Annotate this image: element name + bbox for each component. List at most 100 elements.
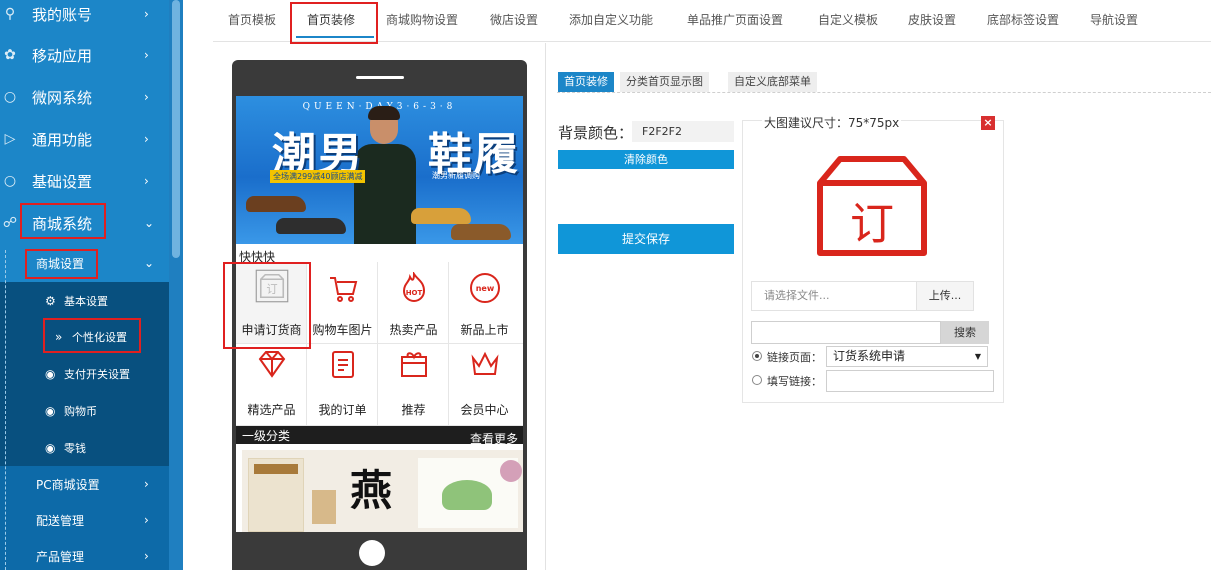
bg-color-value[interactable]: F2F2F2 [632,121,734,142]
nav-leaf-basic[interactable]: ⚙ 基本设置 [0,282,169,319]
grid-item-member-center[interactable]: 会员中心 [449,344,523,426]
grid-item-my-orders[interactable]: 我的订单 [307,344,378,426]
nav-mobile-apps[interactable]: ✿ 移动应用 › [0,34,169,76]
bg-color-label: 背景颜色： [558,124,634,142]
nav-label: 移动应用 [32,46,93,65]
sidebar-scrollbar[interactable] [169,0,183,570]
tab-mall-shopping[interactable]: 商城购物设置 [386,11,458,28]
scrollbar-thumb[interactable] [172,0,180,258]
new-icon: new [470,273,500,303]
promo-banner[interactable]: QUEEN·DAY3·6-3·8 潮男 鞋履 全场满299减40顾店满减 潮男新… [236,96,523,244]
grid-item-new-arrivals[interactable]: new 新品上市 [449,262,523,344]
home-button[interactable] [359,540,385,566]
cart-icon: ☍ [2,215,18,231]
grid-item-recommend[interactable]: 推荐 [378,344,449,426]
nav-mall-settings[interactable]: 商城设置 ⌄ [0,245,169,281]
close-icon[interactable]: × [981,116,995,130]
link-page-select[interactable]: 订货系统申请 ▼ [826,346,988,367]
nav-products[interactable]: 产品管理 › [0,538,169,570]
tab-panel-category-images[interactable]: 分类首页显示图 [620,72,709,92]
nav-pc-mall[interactable]: PC商城设置 › [0,466,169,502]
grid-item-apply-distributor[interactable]: 订 申请订货商 [236,262,307,344]
nav-label: PC商城设置 [36,477,100,492]
phone-preview: QUEEN·DAY3·6-3·8 潮男 鞋履 全场满299减40顾店满减 潮男新… [232,60,527,570]
chevron-right-icon: › [144,132,149,146]
nav-leaf-payment[interactable]: ◉ 支付开关设置 [0,355,169,392]
grid-item-label: 新品上市 [460,323,509,337]
tab-panel-bottom-menu[interactable]: 自定义底部菜单 [728,72,817,92]
category-image[interactable]: 燕 [242,450,523,532]
tab-skin[interactable]: 皮肤设置 [908,11,956,28]
order-box-icon: 订 [817,156,927,256]
circle-icon: ◉ [45,366,56,381]
chevron-down-icon: ⌄ [144,256,155,270]
chevron-right-icon: › [144,174,149,188]
panel-divider [545,43,546,570]
icon-grid: 订 申请订货商 购物车图片 HOT 热卖产品 new 新品上市 精选产品 我的订… [236,262,523,426]
panel-tabs: 首页装修 分类首页显示图 自定义底部菜单 [557,72,1211,93]
chevron-right-icon: › [144,513,149,527]
tab-home-template[interactable]: 首页模板 [228,11,276,28]
tab-bottom-tabs[interactable]: 底部标签设置 [987,11,1059,28]
nav-label: 基础设置 [32,172,93,191]
tab-single-promo[interactable]: 单品推广页面设置 [687,11,783,28]
grid-item-label: 申请订货商 [241,323,302,337]
custom-link-input[interactable] [826,370,994,392]
chevron-right-icon: › [144,477,149,491]
category-more-link[interactable]: 查看更多 [470,430,518,447]
tab-custom-function[interactable]: 添加自定义功能 [569,11,653,28]
svg-text:HOT: HOT [406,289,423,297]
nav-label: 购物币 [64,404,97,418]
tab-custom-template[interactable]: 自定义模板 [818,11,878,28]
nav-label: 商城系统 [32,214,93,233]
clipboard-icon [332,351,354,378]
chevron-down-icon: ⌄ [144,216,155,230]
nav-micro-site[interactable]: ○ 微网系统 › [0,76,169,118]
circle-icon: ◉ [45,440,56,455]
tab-panel-home-decoration[interactable]: 首页装修 [558,72,614,92]
double-chevron-icon: » [55,329,63,344]
nav-label: 通用功能 [32,130,93,149]
tab-home-decoration[interactable]: 首页装修 [307,11,355,28]
nav-delivery[interactable]: 配送管理 › [0,502,169,538]
tab-micro-store[interactable]: 微店设置 [490,11,538,28]
upload-button[interactable]: 上传... [916,281,974,311]
clear-color-button[interactable]: 清除颜色 [558,150,734,169]
file-input[interactable]: 请选择文件... [751,281,916,311]
banner-promo: 全场满299减40顾店满减 [270,170,366,183]
nav-label: 零钱 [64,441,86,455]
image-size-hint: 大图建议尺寸：75*75px [762,114,902,131]
custom-link-radio[interactable] [752,375,762,385]
nav-general[interactable]: ▷ 通用功能 › [0,118,169,160]
search-button[interactable]: 搜索 [941,321,989,344]
nav-leaf-change[interactable]: ◉ 零钱 [0,429,169,466]
submit-save-button[interactable]: 提交保存 [558,224,734,254]
search-input[interactable] [751,321,941,344]
shoe-image [246,196,306,212]
nav-leaf-coins[interactable]: ◉ 购物币 [0,392,169,429]
grid-item-label: 推荐 [401,403,426,417]
link-page-label: 链接页面： [767,351,822,364]
nav-label: 个性化设置 [72,330,127,344]
grid-item-label: 我的订单 [318,403,367,417]
nav-basic-settings[interactable]: ○ 基础设置 › [0,160,169,202]
nav-label: 产品管理 [36,549,85,564]
nav-mall-system[interactable]: ☍ 商城系统 ⌄ [0,202,169,244]
shoe-image [451,224,511,240]
tree-line [5,250,6,570]
banner-promo-secondary: 潮男新履调购 [432,171,480,180]
chevron-right-icon: › [144,90,149,104]
grid-item-hot-products[interactable]: HOT 热卖产品 [378,262,449,344]
shopping-cart-icon [330,277,358,302]
tab-navigation[interactable]: 导航设置 [1090,11,1138,28]
nav-label: 商城设置 [36,256,85,271]
apps-icon: ✿ [4,47,16,63]
gear-icon: ⚙ [45,293,56,308]
nav-my-account[interactable]: ⚲ 我的账号 › [0,0,169,35]
circle-icon: ◉ [45,403,56,418]
grid-item-cart-image[interactable]: 购物车图片 [307,262,378,344]
nav-leaf-personalize[interactable]: » 个性化设置 [0,318,169,355]
link-page-radio[interactable] [752,351,762,361]
link-page-selected: 订货系统申请 [833,349,906,363]
grid-item-featured[interactable]: 精选产品 [236,344,307,426]
